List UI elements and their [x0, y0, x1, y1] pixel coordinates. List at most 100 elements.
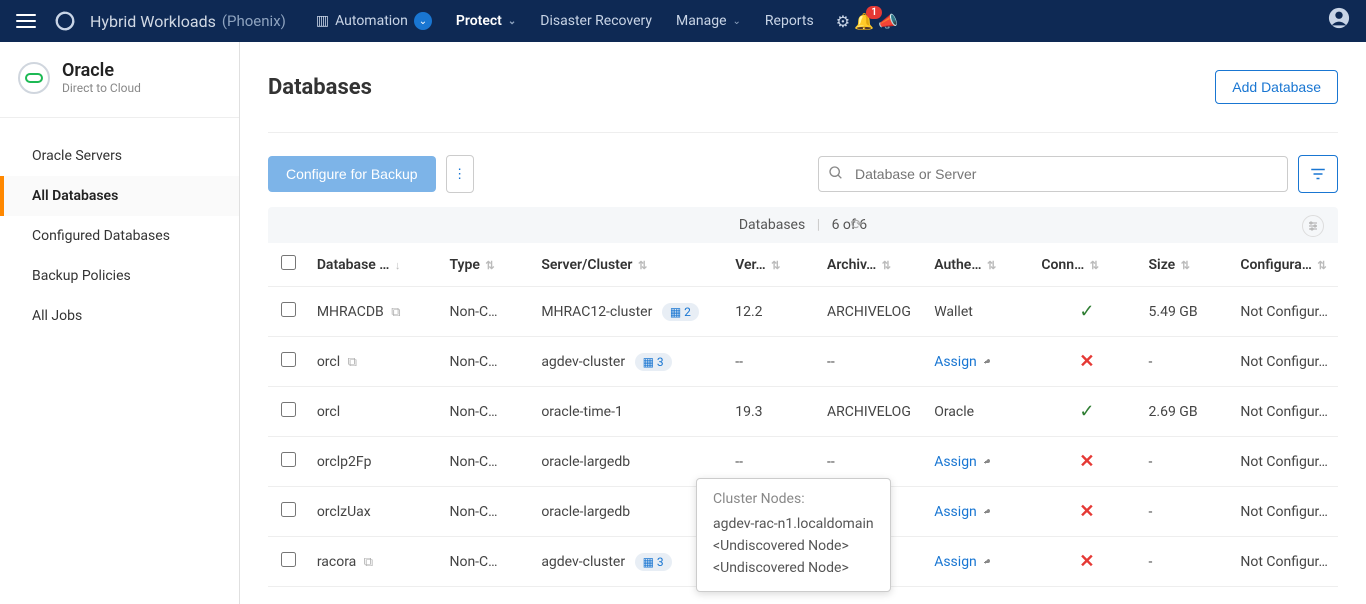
- nav-label: Disaster Recovery: [540, 13, 652, 29]
- table-summary: Databases | 6 of 6 ⟳: [268, 207, 1338, 243]
- archive-cell: ARCHIVELOG: [819, 287, 926, 337]
- archive-cell: ARCHIVELOG: [819, 387, 926, 437]
- search-input[interactable]: [818, 156, 1288, 192]
- more-actions-button[interactable]: ⋮: [446, 155, 474, 193]
- brand-label: Hybrid Workloads: [90, 12, 216, 31]
- node-count-badge[interactable]: ▦ 3: [635, 353, 672, 371]
- row-checkbox[interactable]: [281, 552, 296, 567]
- sidebar-subtitle: Direct to Cloud: [62, 81, 141, 95]
- sidebar-item-all-jobs[interactable]: All Jobs: [0, 296, 239, 336]
- version-cell: 12.2: [727, 287, 819, 337]
- tenant-label: (Phoenix): [222, 12, 286, 30]
- size-cell: -: [1141, 337, 1233, 387]
- row-checkbox[interactable]: [281, 402, 296, 417]
- configure-backup-button[interactable]: Configure for Backup: [268, 156, 436, 192]
- sidebar-item-oracle-servers[interactable]: Oracle Servers: [0, 136, 239, 176]
- config-cell: Not Configur…: [1232, 437, 1338, 487]
- rac-icon: ⧉: [391, 305, 400, 320]
- sidebar-item-backup-policies[interactable]: Backup Policies: [0, 256, 239, 296]
- assign-link[interactable]: Assign: [934, 504, 993, 520]
- column-header[interactable]: Database … ↓: [309, 243, 442, 287]
- nav-item-dr[interactable]: Disaster Recovery: [530, 9, 662, 33]
- chevron-down-icon: ⌄: [733, 16, 741, 27]
- select-all-checkbox[interactable]: [281, 255, 296, 270]
- column-header[interactable]: Authe… ⇅: [926, 243, 1033, 287]
- server-cell: MHRAC12-cluster ▦ 2: [533, 287, 727, 337]
- sidebar-item-configured-databases[interactable]: Configured Databases: [0, 216, 239, 256]
- oracle-icon: [18, 62, 50, 94]
- summary-label: Databases: [739, 217, 805, 233]
- column-header[interactable]: Type ⇅: [441, 243, 533, 287]
- megaphone-icon[interactable]: 📣: [878, 12, 898, 31]
- refresh-icon[interactable]: ⟳: [851, 217, 863, 233]
- size-cell: -: [1141, 537, 1233, 587]
- page-header: Databases Add Database: [268, 70, 1338, 133]
- node-count-badge[interactable]: ▦ 2: [662, 303, 699, 321]
- archive-cell: --: [819, 337, 926, 387]
- type-cell: Non-C…: [441, 487, 533, 537]
- nav-item-protect[interactable]: Protect ⌄: [446, 9, 526, 33]
- size-cell: -: [1141, 437, 1233, 487]
- config-cell: Not Configur…: [1232, 537, 1338, 587]
- tooltip-line: agdev-rac-n1.localdomain: [713, 513, 874, 535]
- nav-items: ▥ Automation ⌄ Protect ⌄ Disaster Recove…: [306, 8, 898, 34]
- config-cell: Not Configur…: [1232, 287, 1338, 337]
- config-cell: Not Configur…: [1232, 487, 1338, 537]
- node-count-badge[interactable]: ▦ 3: [635, 553, 672, 571]
- nav-label: Protect: [456, 13, 502, 29]
- type-cell: Non-C…: [441, 337, 533, 387]
- row-checkbox[interactable]: [281, 302, 296, 317]
- chevron-down-icon: ⌄: [414, 12, 432, 30]
- column-header[interactable]: Configura… ⇅: [1232, 243, 1338, 287]
- table-row: orclNon-C…oracle-time-119.3ARCHIVELOGOra…: [268, 387, 1338, 437]
- column-settings-icon[interactable]: [1302, 215, 1324, 237]
- menu-icon[interactable]: [16, 14, 36, 28]
- row-checkbox[interactable]: [281, 452, 296, 467]
- add-database-button[interactable]: Add Database: [1215, 70, 1338, 104]
- server-cell: oracle-time-1: [533, 387, 727, 437]
- filter-button[interactable]: [1298, 155, 1338, 193]
- db-name-cell: orclzUax: [309, 487, 442, 537]
- type-cell: Non-C…: [441, 387, 533, 437]
- nav-item-automation[interactable]: ▥ Automation ⌄: [306, 8, 442, 34]
- table-row: MHRACDB ⧉Non-C…MHRAC12-cluster ▦ 212.2AR…: [268, 287, 1338, 337]
- search-wrap: [818, 156, 1288, 192]
- version-cell: --: [727, 337, 819, 387]
- automation-icon: ▥: [316, 13, 329, 29]
- check-icon: ✓: [1079, 301, 1094, 322]
- tooltip-line: <Undiscovered Node>: [713, 535, 874, 557]
- sidebar-item-all-databases[interactable]: All Databases: [0, 176, 239, 216]
- assign-link[interactable]: Assign: [934, 554, 993, 570]
- x-icon: ✕: [1079, 551, 1094, 572]
- product-logo: [54, 10, 76, 32]
- assign-link[interactable]: Assign: [934, 354, 993, 370]
- assign-link[interactable]: Assign: [934, 454, 993, 470]
- column-header[interactable]: Server/Cluster ⇅: [533, 243, 727, 287]
- sidebar: Oracle Direct to Cloud Oracle ServersAll…: [0, 42, 240, 604]
- row-checkbox[interactable]: [281, 352, 296, 367]
- size-cell: 5.49 GB: [1141, 287, 1233, 337]
- bell-icon[interactable]: 🔔1: [854, 12, 874, 31]
- config-cell: Not Configur…: [1232, 387, 1338, 437]
- row-checkbox[interactable]: [281, 502, 296, 517]
- nav-label: Manage: [676, 13, 726, 29]
- nav-item-reports[interactable]: Reports: [755, 9, 824, 33]
- db-name-cell: orcl ⧉: [309, 337, 442, 387]
- gear-icon[interactable]: ⚙: [836, 12, 850, 31]
- rac-icon: ⧉: [348, 355, 357, 370]
- db-name-cell: orcl: [309, 387, 442, 437]
- rac-icon: ⧉: [364, 555, 373, 570]
- type-cell: Non-C…: [441, 437, 533, 487]
- nav-item-manage[interactable]: Manage ⌄: [666, 9, 751, 33]
- type-cell: Non-C…: [441, 537, 533, 587]
- db-name-cell: racora ⧉: [309, 537, 442, 587]
- column-header[interactable]: Size ⇅: [1141, 243, 1233, 287]
- column-header[interactable]: Ver… ⇅: [727, 243, 819, 287]
- version-cell: 19.3: [727, 387, 819, 437]
- db-name-cell: orclp2Fp: [309, 437, 442, 487]
- column-header[interactable]: Archiv… ⇅: [819, 243, 926, 287]
- size-cell: -: [1141, 487, 1233, 537]
- type-cell: Non-C…: [441, 287, 533, 337]
- column-header[interactable]: Conn… ⇅: [1033, 243, 1140, 287]
- user-avatar-icon[interactable]: [1328, 7, 1350, 35]
